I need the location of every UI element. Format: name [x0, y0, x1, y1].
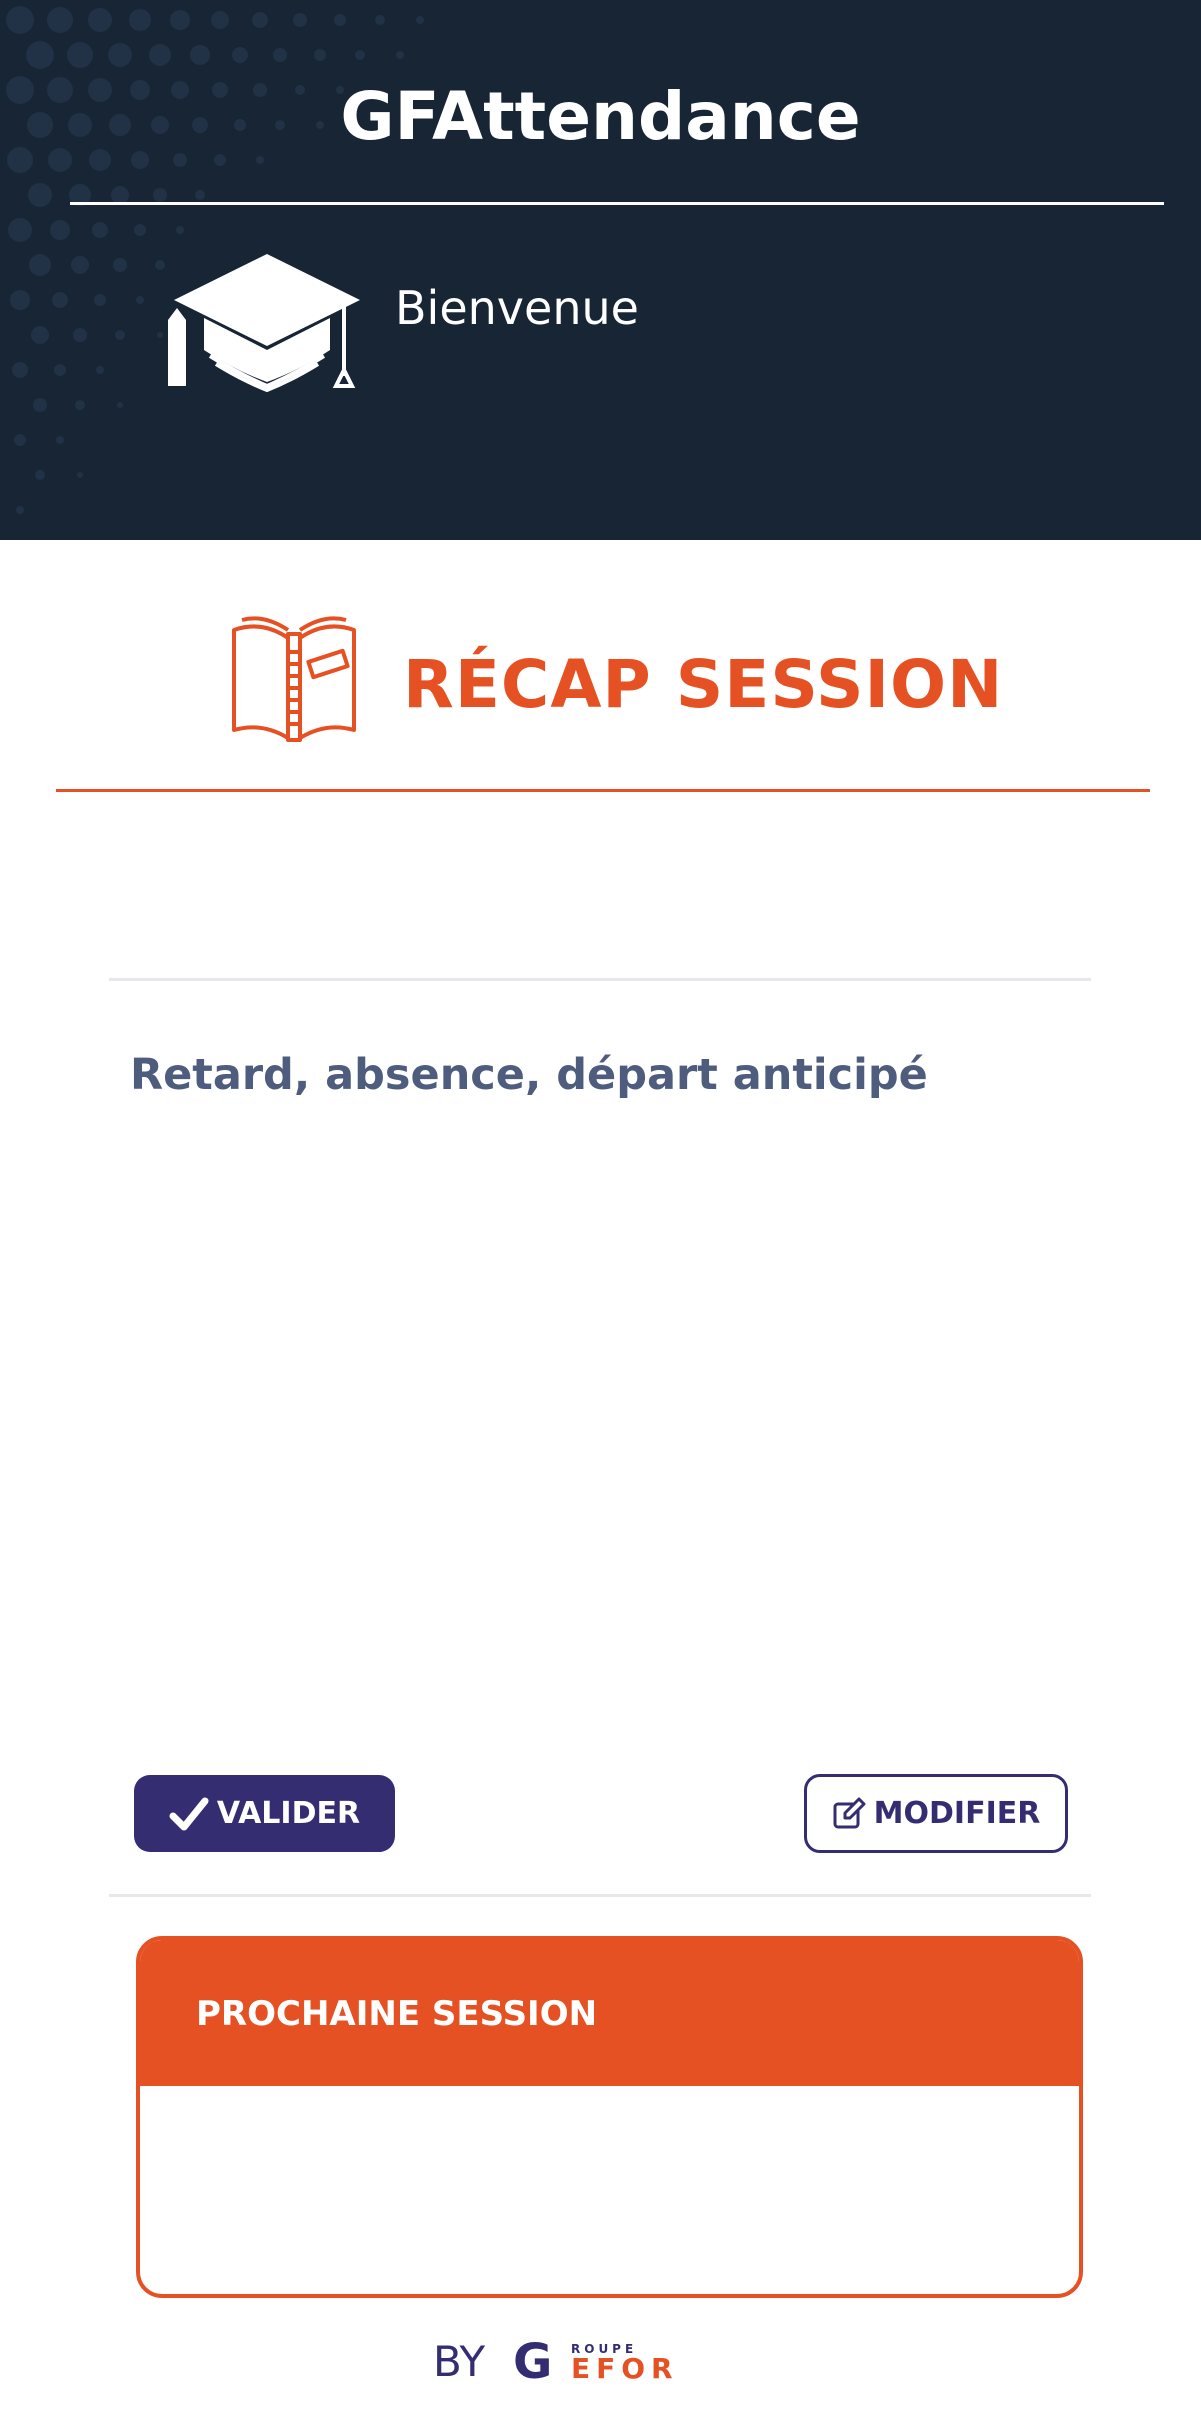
checkmark-icon	[169, 1797, 209, 1830]
open-book-icon	[232, 616, 356, 742]
section-divider	[109, 978, 1091, 981]
incident-heading: Retard, absence, départ anticipé	[130, 1050, 928, 1100]
recap-divider	[56, 789, 1150, 792]
next-session-title: PROCHAINE SESSION	[196, 1994, 598, 2034]
next-session-card: PROCHAINE SESSION	[136, 1936, 1083, 2298]
actions-divider	[109, 1894, 1091, 1897]
header-divider	[70, 202, 1164, 205]
logo-main-text: EFOR	[571, 2352, 679, 2380]
validate-label: VALIDER	[216, 1796, 361, 1831]
modify-button[interactable]: MODIFIER	[804, 1774, 1068, 1853]
graduation-cap-icon	[168, 254, 360, 392]
footer-by-text: BY	[433, 2337, 486, 2386]
validate-button[interactable]: VALIDER	[134, 1775, 395, 1852]
next-session-header: PROCHAINE SESSION	[140, 1940, 1079, 2086]
edit-icon	[833, 1797, 866, 1828]
app-header: GFAttendance Bienvenue	[0, 0, 1201, 540]
modify-label: MODIFIER	[873, 1796, 1041, 1831]
groupe-gefor-logo: G ROUPE EFOR	[513, 2340, 679, 2380]
recap-session-title: RÉCAP SESSION	[403, 646, 1004, 723]
welcome-text: Bienvenue	[395, 281, 639, 335]
logo-g: G	[513, 2340, 552, 2380]
app-title: GFAttendance	[340, 78, 861, 155]
